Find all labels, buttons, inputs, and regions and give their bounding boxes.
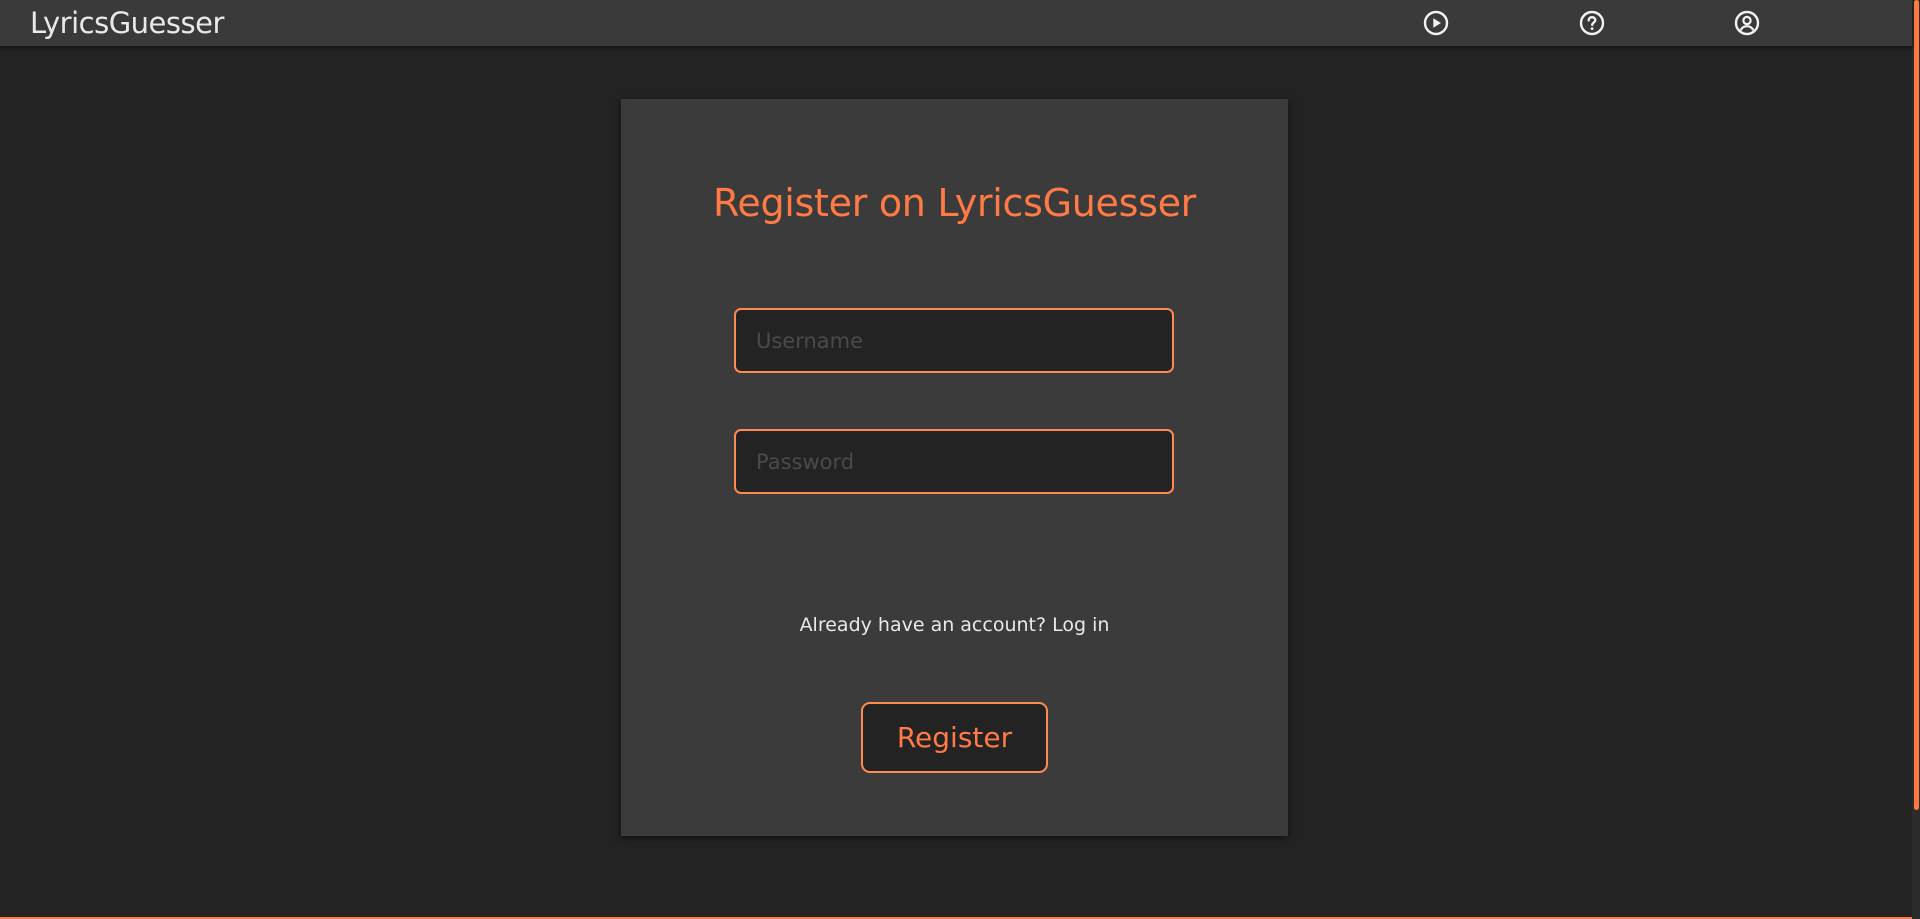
page-scrollbar[interactable]: [1912, 0, 1920, 919]
user-circle-icon[interactable]: [1734, 10, 1760, 36]
register-button[interactable]: Register: [861, 702, 1048, 773]
login-link[interactable]: Log in: [1052, 614, 1109, 636]
play-circle-icon[interactable]: [1423, 10, 1449, 36]
username-input[interactable]: [734, 308, 1174, 373]
login-prompt-line: Already have an account? Log in: [621, 614, 1288, 636]
password-input[interactable]: [734, 429, 1174, 494]
register-card: Register on LyricsGuesser Already have a…: [621, 99, 1288, 836]
help-circle-icon[interactable]: [1579, 10, 1605, 36]
top-navbar: LyricsGuesser: [0, 0, 1912, 46]
login-prompt-text: Already have an account?: [799, 614, 1047, 636]
scrollbar-thumb[interactable]: [1914, 0, 1919, 810]
register-title: Register on LyricsGuesser: [713, 181, 1196, 225]
page: LyricsGuesser Register on LyricsGuesser: [0, 0, 1920, 919]
brand-logo-text[interactable]: LyricsGuesser: [30, 6, 224, 40]
